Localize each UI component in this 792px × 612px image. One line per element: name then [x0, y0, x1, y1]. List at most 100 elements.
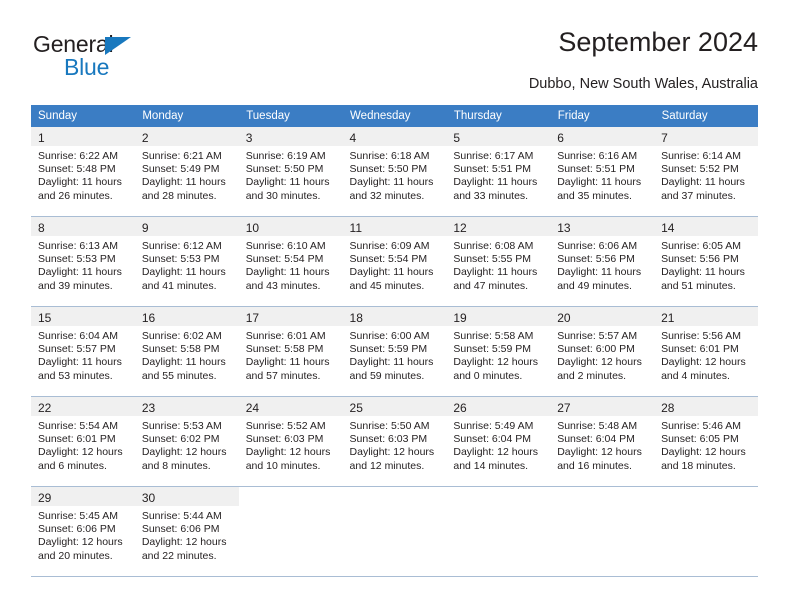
sunset-text: Sunset: 5:53 PM: [38, 253, 116, 266]
calendar-day-cell[interactable]: 1 Sunrise: 6:22 AM Sunset: 5:48 PM Daylight…: [31, 127, 135, 217]
sunrise-text: Sunrise: 6:19 AM: [245, 150, 326, 162]
sunrise-text: Sunrise: 6:01 AM: [245, 330, 326, 342]
calendar-day-cell[interactable]: 6 Sunrise: 6:16 AM Sunset: 5:51 PM Daylight…: [550, 127, 655, 217]
calendar-day-cell-empty: [654, 486, 758, 577]
sunset-text: Sunset: 5:54 PM: [245, 253, 324, 266]
daylight-text: Daylight: 12 hours and 14 minutes.: [453, 446, 539, 472]
calendar-day-cell[interactable]: 20 Sunrise: 5:57 AM Sunset: 6:00 PM Dayligh…: [550, 306, 655, 397]
sunset-text: Sunset: 5:56 PM: [557, 253, 635, 266]
day-number: 9: [141, 221, 149, 235]
sunset-text: Sunset: 6:06 PM: [38, 523, 116, 536]
sunrise-text: Sunrise: 6:08 AM: [453, 240, 534, 252]
calendar-week-row: 15 Sunrise: 6:04 AM Sunset: 5:57 PM Dayligh…: [31, 306, 758, 397]
day-number: 8: [38, 221, 45, 235]
calendar-day-cell[interactable]: 3 Sunrise: 6:19 AM Sunset: 5:50 PM Daylight…: [238, 127, 343, 217]
daylight-text: Daylight: 11 hours and 59 minutes.: [349, 356, 434, 382]
calendar-day-cell[interactable]: 21 Sunrise: 5:56 AM Sunset: 6:01 PM Dayligh…: [654, 306, 758, 397]
sunrise-text: Sunrise: 5:45 AM: [38, 510, 118, 522]
day-number: 20: [557, 311, 571, 325]
general-blue-logo: General Blue: [33, 32, 213, 88]
calendar-day-cell[interactable]: 27 Sunrise: 5:48 AM Sunset: 6:04 PM Dayligh…: [550, 396, 655, 487]
sunset-text: Sunset: 5:58 PM: [141, 343, 220, 356]
sunrise-text: Sunrise: 6:04 AM: [38, 330, 118, 342]
day-number: 12: [453, 221, 467, 235]
calendar-day-cell[interactable]: 19 Sunrise: 5:58 AM Sunset: 5:59 PM Dayligh…: [446, 306, 551, 397]
daylight-text: Daylight: 12 hours and 8 minutes.: [141, 446, 227, 472]
day-number: 7: [661, 131, 668, 145]
day-number: 5: [453, 131, 461, 145]
day-number: 3: [245, 131, 253, 145]
weekday-header-row: Sunday Monday Tuesday Wednesday Thursday…: [31, 105, 759, 127]
calendar-day-cell[interactable]: 29 Sunrise: 5:45 AM Sunset: 6:06 PM Dayligh…: [31, 486, 135, 577]
sunset-text: Sunset: 6:04 PM: [557, 433, 635, 446]
calendar-day-cell[interactable]: 4 Sunrise: 6:18 AM Sunset: 5:50 PM Daylight…: [342, 127, 447, 217]
day-number: 24: [245, 401, 260, 415]
calendar-day-cell[interactable]: 24 Sunrise: 5:52 AM Sunset: 6:03 PM Dayligh…: [238, 396, 343, 487]
daylight-text: Daylight: 12 hours and 20 minutes.: [38, 536, 123, 562]
daylight-text: Daylight: 11 hours and 26 minutes.: [38, 176, 122, 202]
calendar-body: 1 Sunrise: 6:22 AM Sunset: 5:48 PM Daylight…: [31, 127, 758, 577]
daylight-text: Daylight: 11 hours and 55 minutes.: [141, 356, 226, 382]
calendar-day-cell[interactable]: 22 Sunrise: 5:54 AM Sunset: 6:01 PM Dayligh…: [31, 396, 135, 487]
sunrise-text: Sunrise: 6:18 AM: [349, 150, 430, 162]
calendar-day-cell[interactable]: 15 Sunrise: 6:04 AM Sunset: 5:57 PM Dayligh…: [31, 306, 135, 397]
calendar-day-cell[interactable]: 25 Sunrise: 5:50 AM Sunset: 6:03 PM Dayligh…: [342, 396, 447, 487]
sunset-text: Sunset: 6:01 PM: [38, 433, 116, 446]
weekday-header-wednesday: Wednesday: [342, 105, 447, 127]
sunrise-text: Sunrise: 6:14 AM: [661, 150, 742, 162]
calendar-day-cell[interactable]: 26 Sunrise: 5:49 AM Sunset: 6:04 PM Dayligh…: [446, 396, 551, 487]
calendar-day-cell[interactable]: 8 Sunrise: 6:13 AM Sunset: 5:53 PM Daylight…: [31, 216, 135, 307]
calendar-day-cell[interactable]: 10 Sunrise: 6:10 AM Sunset: 5:54 PM Dayligh…: [238, 216, 343, 307]
sunset-text: Sunset: 5:53 PM: [141, 253, 220, 266]
sunrise-text: Sunrise: 6:21 AM: [141, 150, 222, 162]
daylight-text: Daylight: 12 hours and 12 minutes.: [349, 446, 435, 472]
calendar-day-cell[interactable]: 7 Sunrise: 6:14 AM Sunset: 5:52 PM Daylight…: [654, 127, 758, 217]
daylight-text: Daylight: 12 hours and 6 minutes.: [38, 446, 123, 472]
sunrise-text: Sunrise: 6:16 AM: [557, 150, 638, 162]
sunset-text: Sunset: 5:55 PM: [453, 253, 532, 266]
calendar-page: General Blue September 2024 Dubbo, New S…: [0, 0, 792, 612]
calendar-day-cell[interactable]: 11 Sunrise: 6:09 AM Sunset: 5:54 PM Dayligh…: [342, 216, 447, 307]
calendar-day-cell[interactable]: 17 Sunrise: 6:01 AM Sunset: 5:58 PM Dayligh…: [238, 306, 343, 397]
daylight-text: Daylight: 11 hours and 32 minutes.: [349, 176, 434, 202]
calendar-day-cell[interactable]: 12 Sunrise: 6:08 AM Sunset: 5:55 PM Dayligh…: [446, 216, 551, 307]
calendar-day-cell[interactable]: 28 Sunrise: 5:46 AM Sunset: 6:05 PM Dayligh…: [654, 396, 758, 487]
calendar-day-cell[interactable]: 23 Sunrise: 5:53 AM Sunset: 6:02 PM Dayligh…: [134, 396, 239, 487]
day-number: 18: [349, 311, 363, 325]
sunset-text: Sunset: 5:59 PM: [453, 343, 532, 356]
sunrise-text: Sunrise: 6:13 AM: [38, 240, 118, 252]
day-number: 10: [245, 221, 260, 235]
weekday-header-thursday: Thursday: [446, 105, 551, 127]
calendar-week-row: 1 Sunrise: 6:22 AM Sunset: 5:48 PM Daylight…: [31, 127, 758, 217]
daylight-text: Daylight: 12 hours and 16 minutes.: [557, 446, 642, 472]
daylight-text: Daylight: 12 hours and 10 minutes.: [245, 446, 331, 472]
daylight-text: Daylight: 11 hours and 39 minutes.: [38, 266, 122, 292]
calendar-day-cell[interactable]: 13 Sunrise: 6:06 AM Sunset: 5:56 PM Dayligh…: [550, 216, 655, 307]
sunrise-text: Sunrise: 5:50 AM: [349, 420, 430, 432]
sunrise-text: Sunrise: 6:02 AM: [141, 330, 222, 342]
calendar-table: Sunday Monday Tuesday Wednesday Thursday…: [31, 105, 759, 577]
day-number: 17: [245, 311, 260, 325]
calendar-day-cell-empty: [550, 486, 655, 577]
day-number: 4: [349, 131, 357, 145]
sunset-text: Sunset: 5:59 PM: [349, 343, 428, 356]
day-number: 2: [141, 131, 149, 145]
calendar-day-cell[interactable]: 18 Sunrise: 6:00 AM Sunset: 5:59 PM Dayligh…: [342, 306, 447, 397]
sunrise-text: Sunrise: 5:49 AM: [453, 420, 534, 432]
day-number: 11: [349, 221, 362, 235]
page-header: General Blue September 2024 Dubbo, New S…: [31, 26, 758, 98]
sunrise-text: Sunrise: 5:48 AM: [557, 420, 638, 432]
daylight-text: Daylight: 11 hours and 45 minutes.: [349, 266, 434, 292]
calendar-day-cell[interactable]: 30 Sunrise: 5:44 AM Sunset: 6:06 PM Dayligh…: [134, 486, 239, 577]
day-number: 25: [349, 401, 363, 415]
calendar-day-cell[interactable]: 5 Sunrise: 6:17 AM Sunset: 5:51 PM Daylight…: [446, 127, 551, 217]
sunset-text: Sunset: 5:57 PM: [38, 343, 116, 356]
sunrise-text: Sunrise: 6:10 AM: [245, 240, 326, 252]
calendar-day-cell[interactable]: 9 Sunrise: 6:12 AM Sunset: 5:53 PM Daylight…: [134, 216, 239, 307]
calendar-day-cell[interactable]: 16 Sunrise: 6:02 AM Sunset: 5:58 PM Dayligh…: [134, 306, 239, 397]
calendar-day-cell[interactable]: 14 Sunrise: 6:05 AM Sunset: 5:56 PM Dayligh…: [654, 216, 758, 307]
day-number: 14: [661, 221, 675, 235]
calendar-day-cell[interactable]: 2 Sunrise: 6:21 AM Sunset: 5:49 PM Daylight…: [134, 127, 239, 217]
daylight-text: Daylight: 12 hours and 0 minutes.: [453, 356, 539, 382]
day-number: 21: [661, 311, 675, 325]
